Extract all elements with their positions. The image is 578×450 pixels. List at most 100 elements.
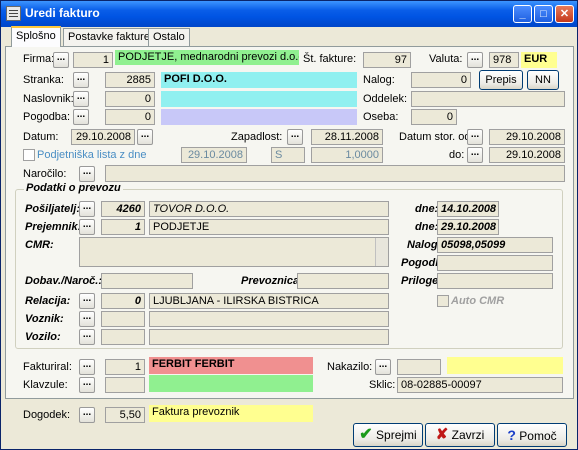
datum-stor-picker-button[interactable]: ... xyxy=(467,129,483,145)
podjetniska-checkbox[interactable] xyxy=(23,149,35,161)
nakazilo-picker-button[interactable]: ... xyxy=(375,359,391,375)
auto-cmr-checkbox[interactable] xyxy=(437,295,449,307)
st-fakture-label: Št. fakture: xyxy=(303,53,357,65)
oddelek-label: Oddelek: xyxy=(363,93,408,105)
podjetniska-label: Podjetniška lista z dne xyxy=(37,149,147,161)
sprejmi-label: Sprejmi xyxy=(376,428,417,442)
nn-button[interactable]: NN xyxy=(527,70,559,90)
window-title: Uredi fakturo xyxy=(25,6,100,20)
narocilo-field[interactable] xyxy=(105,165,565,182)
voznik-picker-button[interactable]: ... xyxy=(79,311,95,327)
naslovnik-name xyxy=(161,91,357,107)
fakturiral-picker-button[interactable]: ... xyxy=(79,359,95,375)
nalog-field: 0 xyxy=(411,72,471,88)
cmr-label: CMR: xyxy=(25,239,54,251)
dne1-field: 14.10.2008 xyxy=(437,201,499,217)
firma-code: 1 xyxy=(73,52,113,68)
tab-ostalo[interactable]: Ostalo xyxy=(148,28,190,46)
priloge-field[interactable] xyxy=(437,273,553,289)
title-bar: Uredi fakturo _ □ ✕ xyxy=(1,1,577,27)
zapadlost-field[interactable]: 28.11.2008 xyxy=(311,129,383,145)
relacija-label: Relacija: xyxy=(25,295,71,307)
prejemnik-name: PODJETJE xyxy=(149,219,389,235)
st-fakture-field: 97 xyxy=(363,52,411,68)
dobav-label: Dobav./Naroč.: xyxy=(25,275,103,287)
posiljatelj-label: Pošiljatelj: xyxy=(25,203,81,215)
dne2-field: 29.10.2008 xyxy=(437,219,499,235)
stranka-name: POFI D.O.O. xyxy=(161,72,357,88)
auto-cmr-label: Auto CMR xyxy=(451,295,505,307)
firma-name: PODJETJE, mednarodni prevozi d.o.o. xyxy=(115,50,299,65)
dne1-label: dne: xyxy=(415,203,439,215)
podjetniska-rate: 1,0000 xyxy=(311,147,383,163)
narocilo-picker-button[interactable]: ... xyxy=(79,166,95,182)
relacija-picker-button[interactable]: ... xyxy=(79,293,95,309)
podjetniska-date: 29.10.2008 xyxy=(181,147,247,163)
datum-field[interactable]: 29.10.2008 xyxy=(71,129,135,145)
cmr-textarea[interactable] xyxy=(79,237,389,267)
valuta-label: Valuta: xyxy=(429,53,463,65)
klavzule-picker-button[interactable]: ... xyxy=(79,377,95,393)
datum-picker-button[interactable]: ... xyxy=(137,129,153,145)
maximize-button[interactable]: □ xyxy=(534,5,553,23)
minimize-button[interactable]: _ xyxy=(513,5,532,23)
sprejmi-button[interactable]: ✔ Sprejmi xyxy=(353,423,423,447)
pogodba-picker-button[interactable]: ... xyxy=(73,109,89,125)
prevoz-pogodba-field xyxy=(437,255,553,271)
naslovnik-code: 0 xyxy=(105,91,155,107)
posiljatelj-picker-button[interactable]: ... xyxy=(79,201,95,217)
prevoznica-field[interactable] xyxy=(297,273,389,289)
pomoc-label: Pomoč xyxy=(519,429,557,443)
do-label: do: xyxy=(449,149,465,161)
close-button[interactable]: ✕ xyxy=(555,5,574,23)
pomoc-button[interactable]: ? Pomoč xyxy=(497,423,567,447)
do-picker-button[interactable]: ... xyxy=(467,147,483,163)
prevoz-nalog-field: 05098,05099 xyxy=(437,237,553,253)
app-icon xyxy=(6,6,21,21)
relacija-name: LJUBLJANA - ILIRSKA BISTRICA xyxy=(149,293,389,309)
dobav-field[interactable] xyxy=(101,273,193,289)
stranka-label: Stranka: xyxy=(23,74,64,86)
voznik-code xyxy=(101,311,145,327)
priloge-label: Priloge: xyxy=(401,275,442,287)
datum-stor-label: Datum stor. od: xyxy=(399,131,474,143)
firma-picker-button[interactable]: ... xyxy=(53,52,69,68)
prevoznica-label: Prevoznica: xyxy=(241,275,303,287)
nakazilo-name xyxy=(447,357,563,374)
voznik-label: Voznik: xyxy=(25,313,64,325)
help-icon: ? xyxy=(507,427,516,443)
firma-label: Firma: xyxy=(23,53,55,65)
prepis-button[interactable]: Prepis xyxy=(479,70,523,90)
vozilo-picker-button[interactable]: ... xyxy=(79,329,95,345)
stranka-picker-button[interactable]: ... xyxy=(73,72,89,88)
posiljatelj-code: 4260 xyxy=(101,201,145,217)
voznik-name xyxy=(149,311,389,327)
klavzule-code xyxy=(105,377,145,393)
do-field[interactable]: 29.10.2008 xyxy=(489,147,565,163)
datum-stor-field[interactable]: 29.10.2008 xyxy=(489,129,565,145)
zapadlost-picker-button[interactable]: ... xyxy=(287,129,303,145)
valuta-picker-button[interactable]: ... xyxy=(467,52,483,68)
pogodba-code: 0 xyxy=(105,109,155,125)
naslovnik-picker-button[interactable]: ... xyxy=(73,91,89,107)
nakazilo-label: Nakazilo: xyxy=(327,361,373,373)
zapadlost-label: Zapadlost: xyxy=(231,131,283,143)
cmr-scrollbar[interactable] xyxy=(375,238,388,266)
valuta-code: 978 xyxy=(489,52,519,68)
zavrzi-button[interactable]: ✘ Zavrzi xyxy=(425,423,495,447)
dogodek-label: Dogodek: xyxy=(23,409,71,421)
dogodek-picker-button[interactable]: ... xyxy=(79,407,95,423)
vozilo-code xyxy=(101,329,145,345)
fakturiral-name: FERBIT FERBIT xyxy=(149,357,313,374)
prejemnik-code: 1 xyxy=(101,219,145,235)
tab-splosno[interactable]: Splošno xyxy=(11,26,61,47)
klavzule-name xyxy=(149,375,313,392)
oseba-field: 0 xyxy=(411,109,457,125)
prejemnik-picker-button[interactable]: ... xyxy=(79,219,95,235)
sklic-label: Sklic: xyxy=(369,379,396,391)
sklic-field[interactable]: 08-02885-00097 xyxy=(397,377,563,393)
tab-postavke-fakture[interactable]: Postavke fakture xyxy=(63,28,155,46)
nakazilo-code xyxy=(397,359,441,375)
vozilo-name xyxy=(149,329,389,345)
prejemnik-label: Prejemnik: xyxy=(25,221,82,233)
